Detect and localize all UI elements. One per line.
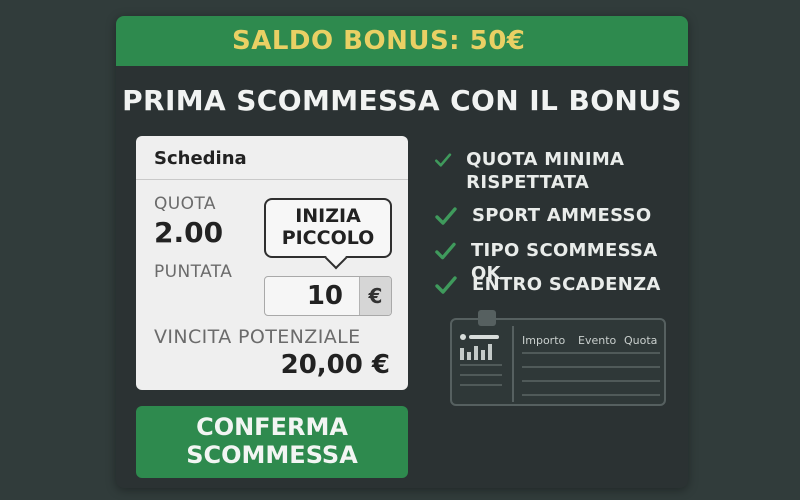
page-title: PRIMA SCOMMESSA CON IL BONUS	[122, 84, 682, 117]
start-small-tip: INIZIA PICCOLO	[264, 198, 392, 258]
bet-slip: Schedina QUOTA 2.00 PUNTATA INIZIA PICCO…	[136, 136, 408, 390]
bet-ticket-illustration: Importo Evento Quota	[450, 310, 666, 406]
quota-label: QUOTA	[154, 194, 216, 214]
potential-win-label: VINCITA POTENZIALE	[154, 326, 361, 348]
confirm-line-1: CONFERMA	[196, 413, 348, 442]
check-icon	[435, 276, 457, 294]
confirm-bet-button[interactable]: CONFERMA SCOMMESSA	[136, 406, 408, 478]
bar-graph-icon	[460, 334, 502, 386]
ticket-row-line	[522, 394, 660, 396]
potential-win-value: 20,00 €	[280, 350, 390, 380]
check-icon	[434, 153, 452, 167]
puntata-label: PUNTATA	[154, 262, 233, 282]
check-icon	[435, 242, 456, 260]
bet-slip-header: Schedina	[136, 136, 408, 180]
checklist-label: ENTRO SCADENZA	[472, 274, 661, 295]
ticket-column-header: Quota	[624, 334, 658, 347]
confirm-line-2: SCOMMESSA	[186, 441, 358, 469]
tip-line-1: INIZIA	[295, 205, 361, 228]
ticket-column-header: Importo	[522, 334, 566, 347]
stake-input[interactable]: 10 €	[264, 276, 392, 316]
ticket-clip-icon	[478, 310, 496, 326]
checklist-label: QUOTA MINIMA RISPETTATA	[466, 149, 625, 194]
ticket-column-header: Evento	[578, 334, 617, 347]
checklist-label: SPORT AMMESSO	[472, 205, 652, 226]
stake-value[interactable]: 10	[265, 277, 359, 315]
checklist-item: QUOTA MINIMA RISPETTATA	[434, 148, 684, 195]
currency-symbol: €	[359, 277, 391, 315]
bonus-balance-banner: SALDO BONUS: 50€	[116, 16, 688, 66]
check-icon	[435, 207, 457, 225]
ticket-row-line	[522, 366, 660, 368]
bonus-bet-panel: SALDO BONUS: 50€ PRIMA SCOMMESSA CON IL …	[116, 16, 688, 488]
quota-value: 2.00	[154, 216, 224, 249]
ticket-divider	[512, 326, 514, 402]
checklist-item: SPORT AMMESSO	[434, 204, 651, 227]
bonus-balance-text: SALDO BONUS: 50€	[232, 26, 526, 56]
ticket-row-line	[522, 352, 660, 354]
tip-line-2: PICCOLO	[281, 227, 375, 249]
checklist-item: ENTRO SCADENZA	[434, 273, 661, 296]
ticket-row-line	[522, 380, 660, 382]
